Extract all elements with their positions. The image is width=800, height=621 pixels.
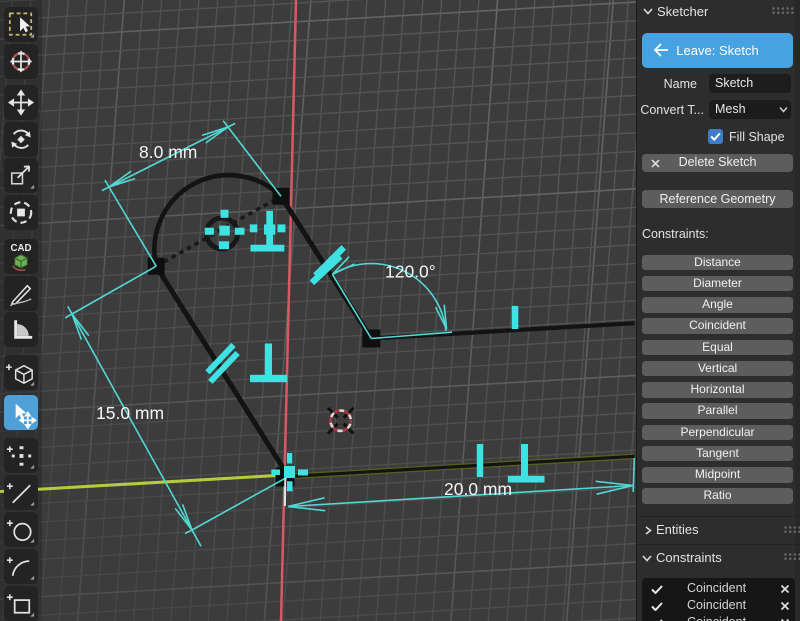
svg-text:15.0 mm: 15.0 mm [96, 403, 164, 423]
svg-text:20.0 mm: 20.0 mm [444, 479, 512, 499]
svg-text:120.0°: 120.0° [385, 262, 436, 282]
svg-text:CAD: CAD [10, 243, 31, 254]
svg-text:8.0 mm: 8.0 mm [139, 142, 197, 162]
